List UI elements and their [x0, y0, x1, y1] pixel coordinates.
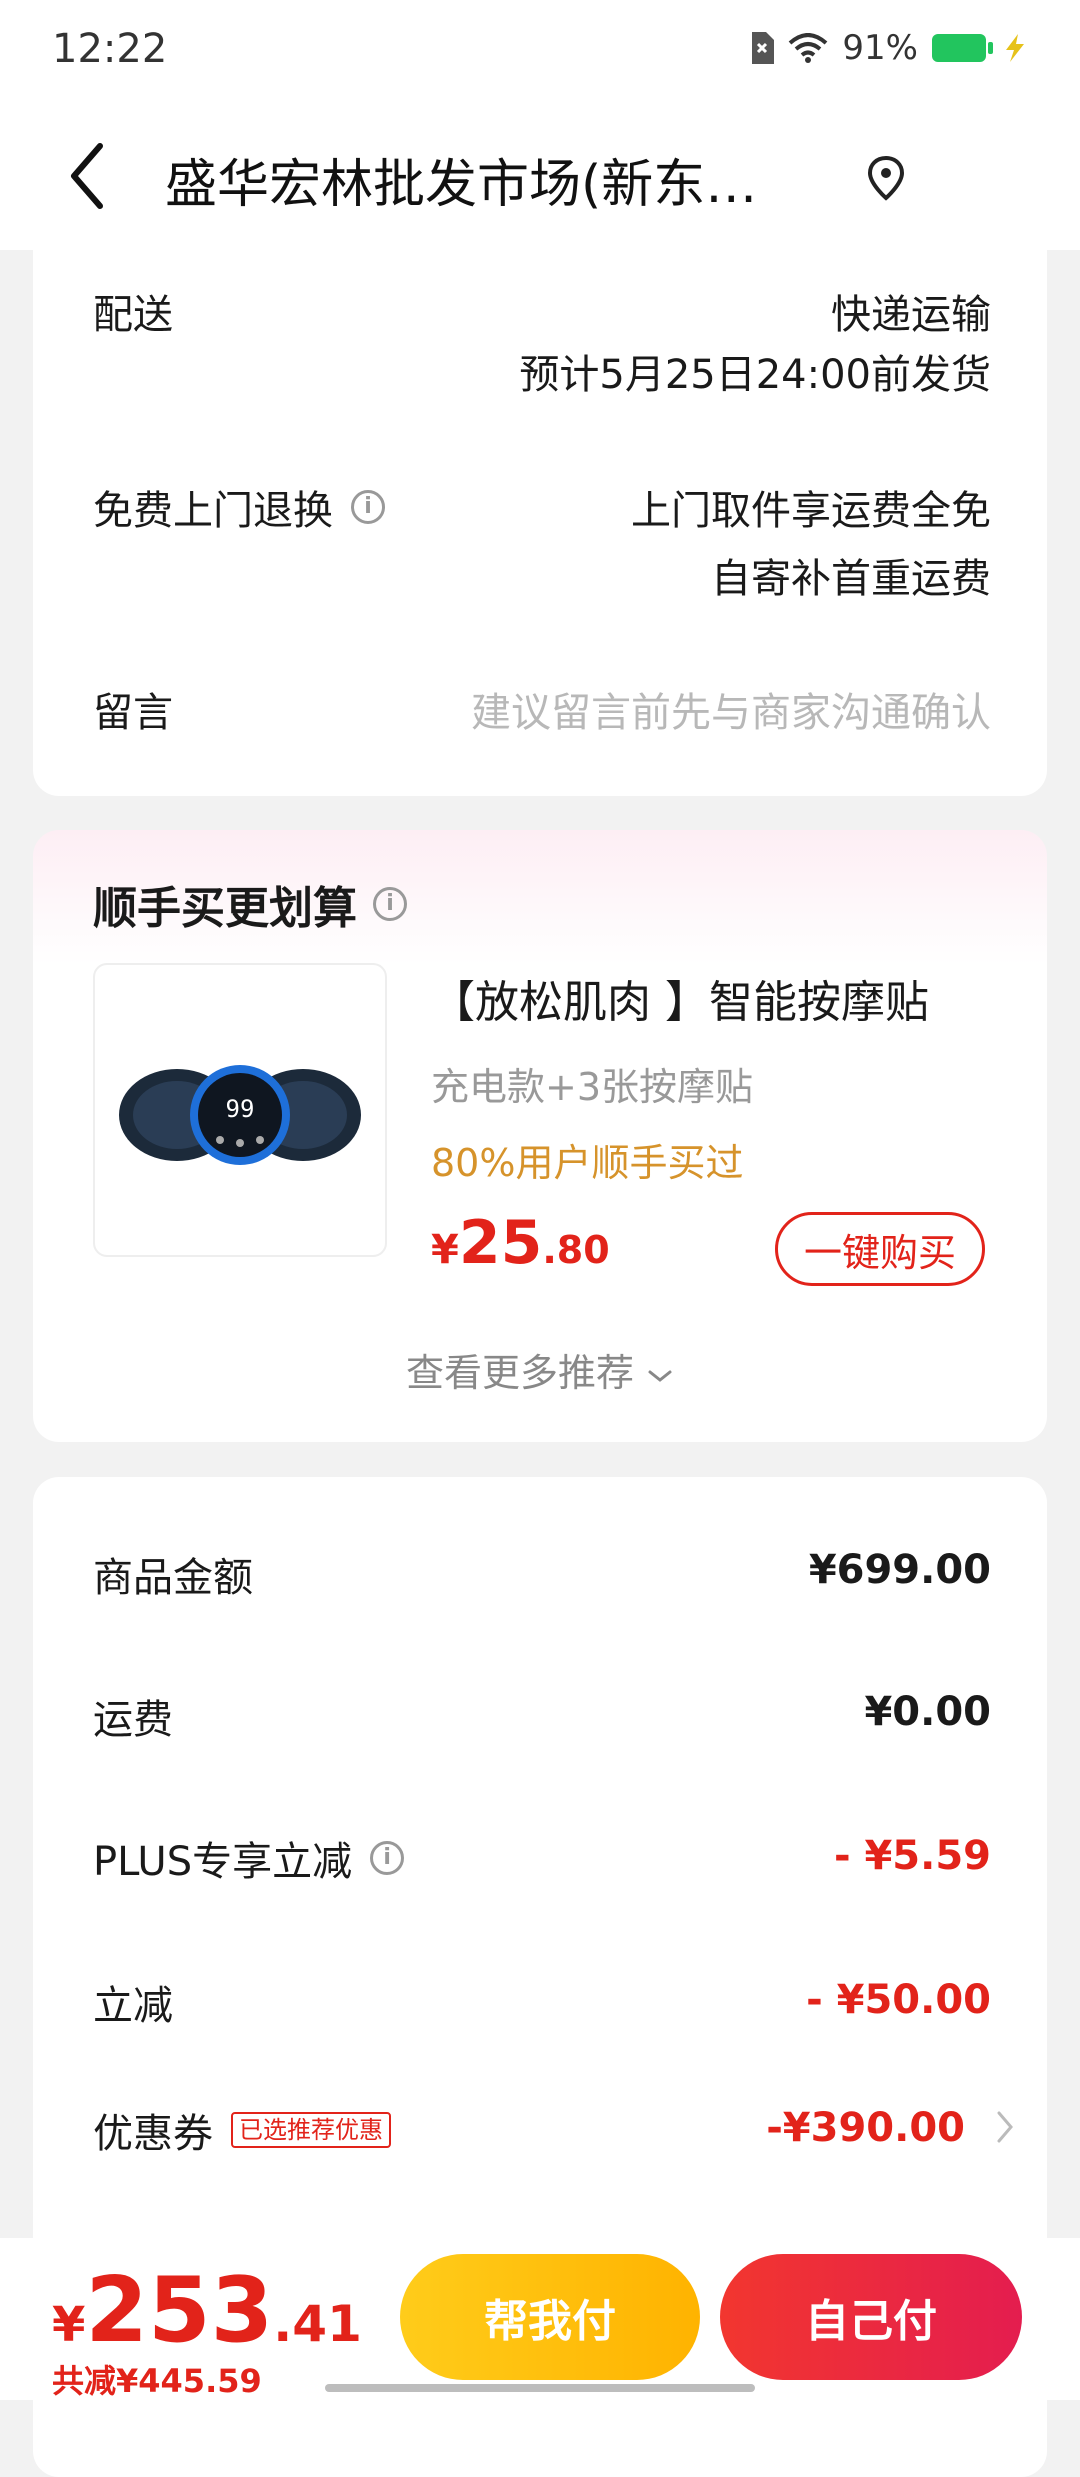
product-social-proof: 80%用户顺手买过	[431, 1141, 744, 1185]
delivery-eta: 预计5月25日24:00前发货	[519, 352, 991, 398]
home-indicator[interactable]	[325, 2384, 755, 2392]
total-integer: 253	[85, 2258, 274, 2363]
help-pay-button[interactable]: 帮我付	[400, 2254, 700, 2380]
info-icon[interactable]: i	[370, 1841, 405, 1875]
wifi-icon	[789, 33, 828, 63]
message-label: 留言	[93, 690, 173, 736]
chevron-right-icon[interactable]	[995, 2109, 1017, 2145]
info-icon[interactable]: i	[351, 490, 385, 524]
info-icon[interactable]: i	[373, 887, 407, 921]
back-arrow-icon[interactable]	[60, 136, 120, 216]
device-display: 99	[226, 1095, 255, 1123]
delivery-method[interactable]: 快递运输	[831, 282, 991, 340]
instant-discount-label: 立减	[93, 1983, 173, 2029]
product-spec: 充电款+3张按摩贴	[431, 1065, 754, 1109]
coupon-badge: 已选推荐优惠	[231, 2112, 391, 2148]
plus-discount-label: PLUS专享立减	[93, 1839, 353, 1885]
total-currency: ¥	[52, 2297, 86, 2353]
status-time: 12:22	[52, 26, 168, 72]
product-price: ¥25.80	[431, 1208, 610, 1278]
price-currency: ¥	[431, 1227, 459, 1273]
goods-amount-label: 商品金额	[93, 1555, 253, 1601]
shipping-value: ¥0.00	[864, 1689, 991, 1735]
nav-bar: 盛华宏林批发市场(新东…	[0, 100, 1080, 250]
recommend-title-row: 顺手买更划算 i	[93, 872, 407, 936]
coupon-label: 优惠券	[93, 2111, 213, 2157]
status-icons: 91%	[750, 28, 1030, 68]
plus-discount-value: - ¥5.59	[833, 1833, 991, 1879]
coupon-value[interactable]: -¥390.00	[766, 2105, 965, 2151]
chevron-down-icon	[648, 1370, 672, 1382]
return-label: 免费上门退换	[93, 488, 333, 534]
delivery-label: 配送	[93, 292, 173, 338]
message-input[interactable]: 建议留言前先与商家沟通确认	[471, 680, 991, 738]
total-decimal: .41	[273, 2295, 362, 2353]
coupon-row[interactable]: 优惠券 已选推荐优惠	[93, 2101, 391, 2159]
return-row: 免费上门退换 i	[93, 478, 385, 536]
total-saved: 共减¥445.59	[52, 2362, 262, 2400]
delivery-card: 配送 快递运输 预计5月25日24:00前发货 免费上门退换 i 上门取件享运费…	[33, 250, 1047, 796]
checkout-bar: ¥253.41 共减¥445.59 帮我付 自己付	[0, 2238, 1080, 2400]
sim-off-icon	[752, 32, 775, 64]
return-line2: 自寄补首重运费	[711, 556, 991, 602]
page-title: 盛华宏林批发市场(新东…	[165, 155, 758, 215]
price-decimal: .80	[542, 1228, 610, 1272]
battery-icon	[932, 34, 993, 62]
self-pay-button[interactable]: 自己付	[720, 2254, 1022, 2380]
instant-discount-value: - ¥50.00	[806, 1977, 991, 2023]
more-recommendations-link[interactable]: 查看更多推荐	[33, 1342, 1047, 1397]
massager-icon: 99	[119, 1065, 361, 1165]
goods-amount-value: ¥699.00	[808, 1547, 991, 1593]
status-bar: 12:22 91%	[0, 0, 1080, 100]
plus-discount-row: PLUS专享立减 i	[93, 1829, 405, 1887]
total-price: ¥253.41	[52, 2258, 362, 2363]
more-recommendations-label: 查看更多推荐	[405, 1351, 634, 1395]
product-name[interactable]: 【放松肌肉 】智能按摩贴	[431, 966, 929, 1030]
one-click-buy-button[interactable]: 一键购买	[775, 1212, 985, 1286]
location-pin-icon[interactable]	[866, 154, 906, 202]
recommend-title: 顺手买更划算	[93, 883, 357, 934]
shipping-label: 运费	[93, 1697, 173, 1743]
product-image[interactable]: 99	[93, 963, 387, 1257]
recommend-card: 顺手买更划算 i 99 【放松肌肉 】智能按摩贴 充电款+3张按摩贴 80%用户…	[33, 830, 1047, 1442]
price-integer: 25	[458, 1208, 543, 1278]
charging-icon	[1006, 34, 1024, 62]
return-line1: 上门取件享运费全免	[631, 488, 991, 534]
battery-percent: 91%	[842, 28, 918, 68]
